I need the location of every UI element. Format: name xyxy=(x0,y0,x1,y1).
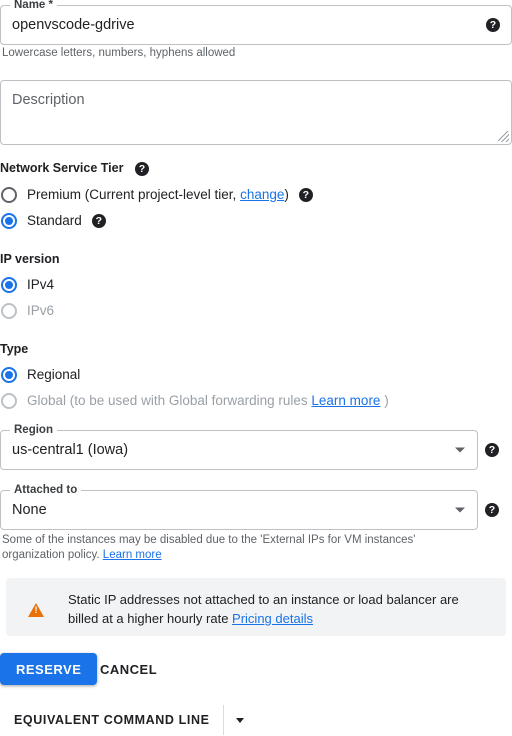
radio-type-regional[interactable]: Regional xyxy=(1,367,80,383)
radio-ip-version-ipv6: IPv6 xyxy=(1,303,54,319)
radio-indicator[interactable] xyxy=(1,367,17,383)
change-tier-link[interactable]: change xyxy=(240,187,284,202)
cancel-button[interactable]: CANCEL xyxy=(92,653,165,685)
radio-label: Regional xyxy=(27,367,81,382)
help-icon[interactable]: ? xyxy=(485,443,499,457)
attached-to-field-label: Attached to xyxy=(10,484,82,497)
name-input[interactable]: Name * openvscode-gdrive ? xyxy=(0,0,512,45)
chevron-down-icon[interactable] xyxy=(455,447,465,453)
premium-text-before: Premium (Current project-level tier, xyxy=(27,187,241,202)
radio-indicator xyxy=(1,303,17,319)
attached-to-helper-body: Some of the instances may be disabled du… xyxy=(2,534,416,561)
chevron-down-icon[interactable] xyxy=(455,507,465,513)
help-icon[interactable]: ? xyxy=(485,503,499,517)
attached-to-helper-text: Some of the instances may be disabled du… xyxy=(2,533,462,563)
pricing-details-link[interactable]: Pricing details xyxy=(232,611,313,626)
radio-indicator[interactable] xyxy=(1,213,17,229)
name-field-value: openvscode-gdrive xyxy=(12,17,135,33)
description-textarea[interactable]: Description xyxy=(0,80,512,145)
radio-indicator[interactable] xyxy=(1,187,17,203)
description-placeholder: Description xyxy=(12,92,85,108)
network-service-tier-title: Network Service Tier xyxy=(0,161,124,175)
banner-message: Static IP addresses not attached to an i… xyxy=(68,590,492,628)
region-field-value: us-central1 (Iowa) xyxy=(12,442,129,458)
global-text-after: ) xyxy=(380,393,389,408)
equivalent-command-line-split-button: EQUIVALENT COMMAND LINE xyxy=(14,705,256,735)
equivalent-command-line-button[interactable]: EQUIVALENT COMMAND LINE xyxy=(14,713,223,727)
region-select[interactable]: Region us-central1 (Iowa) xyxy=(0,424,478,470)
radio-network-tier-premium[interactable]: Premium (Current project-level tier, cha… xyxy=(1,187,313,203)
help-icon[interactable]: ? xyxy=(134,161,149,176)
attached-to-select[interactable]: Attached to None xyxy=(0,484,478,530)
billing-warning-banner: Static IP addresses not attached to an i… xyxy=(6,578,506,636)
equivalent-command-line-dropdown-button[interactable] xyxy=(224,705,256,735)
help-icon[interactable]: ? xyxy=(298,188,313,202)
learn-more-link[interactable]: Learn more xyxy=(311,393,380,408)
premium-text-after: ) xyxy=(284,187,289,202)
help-icon[interactable]: ? xyxy=(91,214,106,228)
radio-indicator[interactable] xyxy=(1,277,17,293)
learn-more-link[interactable]: Learn more xyxy=(103,549,162,561)
region-field-label: Region xyxy=(10,424,57,437)
warning-triangle-icon xyxy=(28,603,44,617)
radio-label: IPv6 xyxy=(27,303,55,318)
radio-indicator xyxy=(1,393,17,409)
name-field-label: Name * xyxy=(10,0,57,12)
attached-to-field-value: None xyxy=(12,502,47,518)
radio-network-tier-standard[interactable]: Standard ? xyxy=(1,213,106,229)
resize-handle-icon[interactable] xyxy=(498,131,509,142)
global-text-before: Global (to be used with Global forwardin… xyxy=(27,393,312,408)
radio-label: Global (to be used with Global forwardin… xyxy=(27,393,389,409)
name-field-helper-text: Lowercase letters, numbers, hyphens allo… xyxy=(2,47,236,59)
type-heading: Type xyxy=(0,342,29,356)
radio-label: Premium (Current project-level tier, cha… xyxy=(27,187,289,203)
reserve-static-ip-form: Name * openvscode-gdrive ? Lowercase let… xyxy=(0,0,512,736)
ip-version-heading: IP version xyxy=(0,252,60,266)
radio-label: IPv4 xyxy=(27,277,55,292)
radio-ip-version-ipv4[interactable]: IPv4 xyxy=(1,277,54,293)
network-service-tier-heading: Network Service Tier ? xyxy=(0,161,149,176)
radio-type-global: Global (to be used with Global forwardin… xyxy=(1,393,389,409)
reserve-button[interactable]: RESERVE xyxy=(0,653,98,685)
chevron-down-icon xyxy=(235,717,244,723)
help-icon[interactable]: ? xyxy=(486,18,500,32)
radio-label: Standard xyxy=(27,213,82,228)
name-field-group: Name * openvscode-gdrive ? xyxy=(0,0,512,45)
